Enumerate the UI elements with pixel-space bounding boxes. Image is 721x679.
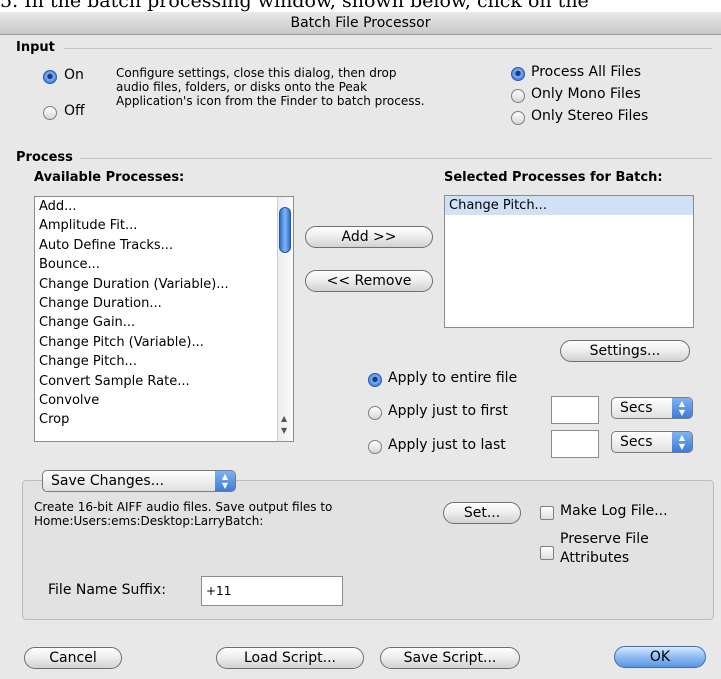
available-process-item[interactable]: Change Duration (Variable)... [35, 275, 293, 294]
only-mono-files-radio[interactable] [511, 89, 525, 103]
scroll-up-arrow-icon[interactable]: ▲ [281, 414, 287, 423]
apply-last-radio[interactable] [368, 440, 382, 454]
input-on-radio[interactable] [43, 70, 57, 84]
available-process-item[interactable]: Bounce... [35, 255, 293, 274]
input-group-divider [64, 48, 712, 49]
apply-last-unit-popup[interactable]: Secs ▲ ▼ [611, 431, 693, 453]
available-process-item[interactable]: Convolve [35, 391, 293, 410]
apply-first-value-input[interactable] [551, 396, 599, 424]
scroll-down-arrow-icon[interactable]: ▼ [281, 426, 287, 435]
apply-first-unit-value: Secs [620, 400, 653, 416]
available-process-item[interactable]: Change Duration... [35, 294, 293, 313]
available-process-item[interactable]: Add... [35, 197, 293, 216]
settings-button[interactable]: Settings... [560, 340, 690, 362]
available-process-item[interactable]: Convert Sample Rate... [35, 372, 293, 391]
cancel-button[interactable]: Cancel [24, 647, 122, 669]
set-button[interactable]: Set... [443, 502, 521, 524]
apply-first-label: Apply just to first [388, 403, 508, 419]
available-process-item[interactable]: Amplitude Fit... [35, 216, 293, 235]
scrollbar-thumb[interactable] [279, 207, 291, 253]
popup-arrows-icon: ▲ ▼ [672, 432, 692, 452]
window-title: Batch File Processor [290, 15, 431, 31]
apply-last-unit-value: Secs [620, 434, 653, 450]
only-stereo-files-radio[interactable] [511, 111, 525, 125]
preserve-attributes-checkbox[interactable] [540, 546, 554, 560]
add-button[interactable]: Add >> [305, 226, 433, 248]
make-log-file-label: Make Log File... [560, 503, 668, 519]
apply-entire-file-label: Apply to entire file [388, 370, 518, 386]
ok-button[interactable]: OK [614, 646, 706, 668]
available-process-item[interactable]: Auto Define Tracks... [35, 236, 293, 255]
input-off-label: Off [64, 103, 85, 119]
apply-entire-file-radio[interactable] [368, 373, 382, 387]
apply-last-value-input[interactable] [551, 430, 599, 458]
process-group-label: Process [16, 150, 73, 165]
available-process-item[interactable]: Change Pitch... [35, 352, 293, 371]
save-script-button[interactable]: Save Script... [380, 647, 520, 669]
available-process-item[interactable]: Crop [35, 410, 293, 429]
input-description: Configure settings, close this dialog, t… [116, 66, 425, 108]
save-description: Create 16-bit AIFF audio files. Save out… [34, 500, 332, 528]
only-stereo-files-label: Only Stereo Files [531, 108, 649, 124]
load-script-button[interactable]: Load Script... [216, 647, 364, 669]
input-description-line-3: Application's icon from the Finder to ba… [116, 94, 425, 108]
only-mono-files-label: Only Mono Files [531, 86, 641, 102]
apply-first-radio[interactable] [368, 406, 382, 420]
input-on-label: On [64, 67, 84, 83]
preserve-attributes-line-1: Preserve File [560, 531, 649, 547]
save-changes-popup-value: Save Changes... [51, 473, 165, 489]
window-titlebar[interactable]: Batch File Processor [0, 12, 721, 35]
apply-first-unit-popup[interactable]: Secs ▲ ▼ [611, 397, 693, 419]
selected-process-item[interactable]: Change Pitch... [445, 196, 693, 216]
save-changes-popup[interactable]: Save Changes... ▲ ▼ [42, 470, 236, 492]
available-processes-scrollbar[interactable]: ▲ ▼ [277, 197, 293, 441]
process-all-files-label: Process All Files [531, 64, 642, 80]
save-description-line-1: Create 16-bit AIFF audio files. Save out… [34, 500, 333, 514]
file-name-suffix-input[interactable]: +11 [201, 576, 343, 606]
input-group-label: Input [16, 40, 55, 55]
input-off-radio[interactable] [43, 106, 57, 120]
available-process-item[interactable]: Change Pitch (Variable)... [35, 333, 293, 352]
make-log-file-checkbox[interactable] [540, 506, 554, 520]
popup-arrows-icon: ▲ ▼ [215, 471, 235, 491]
remove-button[interactable]: << Remove [305, 270, 433, 292]
popup-arrows-icon: ▲ ▼ [672, 398, 692, 418]
apply-last-label: Apply just to last [388, 437, 506, 453]
save-description-line-2: Home:Users:ems:Desktop:LarryBatch: [34, 514, 264, 528]
preserve-attributes-label: Preserve File Attributes [560, 530, 649, 568]
available-processes-list[interactable]: Add... Amplitude Fit... Auto Define Tracks… [34, 196, 294, 442]
selected-processes-list[interactable]: Change Pitch... [444, 195, 694, 328]
process-all-files-radio[interactable] [511, 67, 525, 81]
available-process-item[interactable]: Change Gain... [35, 313, 293, 332]
file-name-suffix-label: File Name Suffix: [48, 582, 166, 598]
available-processes-label: Available Processes: [34, 170, 185, 185]
selected-processes-label: Selected Processes for Batch: [444, 170, 663, 185]
input-description-line-2: audio files, folders, or disks onto the … [116, 80, 368, 94]
page-caption-fragment: 5. In the batch processing window, shown… [0, 0, 721, 12]
preserve-attributes-line-2: Attributes [560, 550, 630, 566]
process-group-divider [80, 158, 712, 159]
input-description-line-1: Configure settings, close this dialog, t… [116, 66, 397, 80]
